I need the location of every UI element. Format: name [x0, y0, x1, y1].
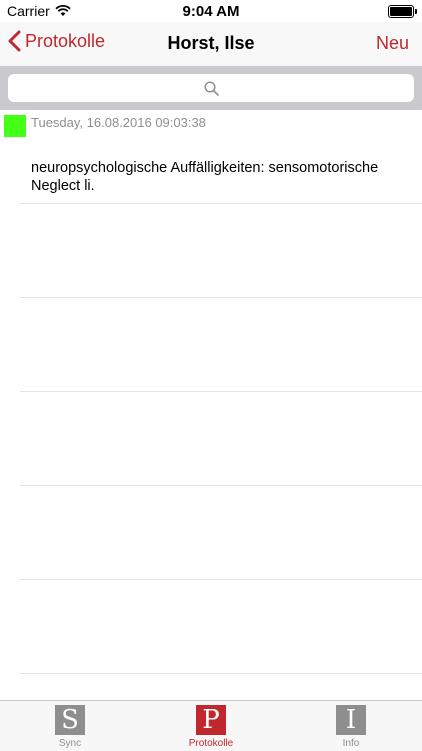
- row-separator: [20, 579, 422, 580]
- search-input[interactable]: [8, 74, 414, 102]
- row-separator: [20, 297, 422, 298]
- status-time: 9:04 AM: [182, 3, 240, 20]
- battery-icon: [388, 5, 417, 18]
- entry-text: neuropsychologische Auffälligkeiten: sen…: [31, 160, 379, 194]
- tab-label: Sync: [58, 738, 82, 749]
- new-button[interactable]: Neu: [376, 33, 409, 54]
- entry-timestamp: Tuesday, 16.08.2016 09:03:38: [31, 115, 206, 130]
- list-item[interactable]: Tuesday, 16.08.2016 09:03:38 neuropsycho…: [0, 110, 422, 204]
- search-bar: [0, 67, 422, 110]
- search-field: [8, 74, 414, 102]
- sync-tab-icon: S: [55, 705, 85, 735]
- tab-label: Info: [342, 738, 360, 749]
- navigation-bar: Protokolle Horst, Ilse Neu: [0, 22, 422, 67]
- tab-protokolle[interactable]: P Protokolle: [176, 705, 246, 749]
- tab-label: Protokolle: [188, 738, 234, 749]
- tab-sync[interactable]: S Sync: [35, 705, 105, 749]
- protocol-list: Tuesday, 16.08.2016 09:03:38 neuropsycho…: [0, 110, 422, 674]
- row-separator: [20, 673, 422, 674]
- status-bar: Carrier 9:04 AM: [0, 0, 422, 22]
- tab-info[interactable]: I Info: [316, 705, 386, 749]
- row-separator: [20, 391, 422, 392]
- info-tab-icon: I: [336, 705, 366, 735]
- row-separator: [20, 203, 422, 204]
- status-indicator: [4, 115, 26, 137]
- tab-bar: S Sync P Protokolle I Info: [0, 700, 422, 751]
- protokolle-tab-icon: P: [196, 705, 226, 735]
- row-separator: [20, 485, 422, 486]
- page-title: Horst, Ilse: [167, 33, 255, 53]
